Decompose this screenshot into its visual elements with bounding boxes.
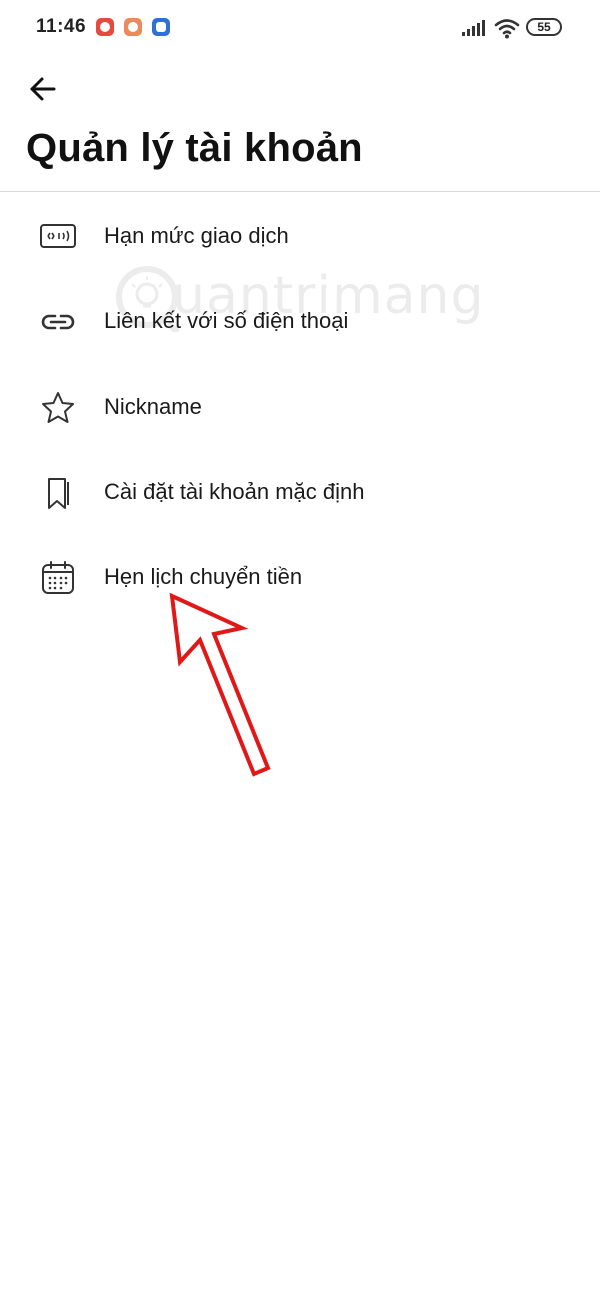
link-icon (41, 314, 75, 330)
signal-icon (462, 20, 485, 36)
calendar-icon (42, 561, 74, 594)
star-icon (42, 392, 74, 423)
menu-item-label: Hạn mức giao dịch (104, 223, 289, 248)
notification-app-icon (96, 18, 114, 36)
status-bar: 11:46 55 (0, 0, 600, 56)
header-divider (0, 191, 600, 192)
battery-icon: 55 (526, 18, 562, 36)
card-limit-icon (40, 224, 76, 248)
menu-item-label: Hẹn lịch chuyển tiền (104, 564, 303, 589)
annotation-arrow-icon (169, 592, 271, 777)
notification-app-icon (124, 18, 142, 36)
status-time: 11:46 (36, 16, 87, 37)
menu-item-label: Cài đặt tài khoản mặc định (104, 479, 365, 504)
menu-item-nickname[interactable]: Nickname (0, 368, 600, 448)
arrow-left-icon (30, 77, 56, 101)
menu-item-label: Nickname (104, 394, 202, 419)
bookmark-icon (48, 478, 69, 509)
back-button[interactable] (26, 72, 60, 106)
menu-item-link-phone[interactable]: Liên kết với số điện thoại (0, 282, 600, 362)
page-title: Quản lý tài khoản (26, 126, 363, 170)
menu-item-label: Liên kết với số điện thoại (104, 308, 349, 333)
menu-item-default-account[interactable]: Cài đặt tài khoản mặc định (0, 453, 600, 533)
notification-app-icon (152, 18, 170, 36)
menu-item-schedule-transfer[interactable]: Hẹn lịch chuyển tiền (0, 538, 600, 618)
menu-item-transaction-limit[interactable]: Hạn mức giao dịch (0, 197, 600, 277)
wifi-icon (494, 19, 520, 39)
